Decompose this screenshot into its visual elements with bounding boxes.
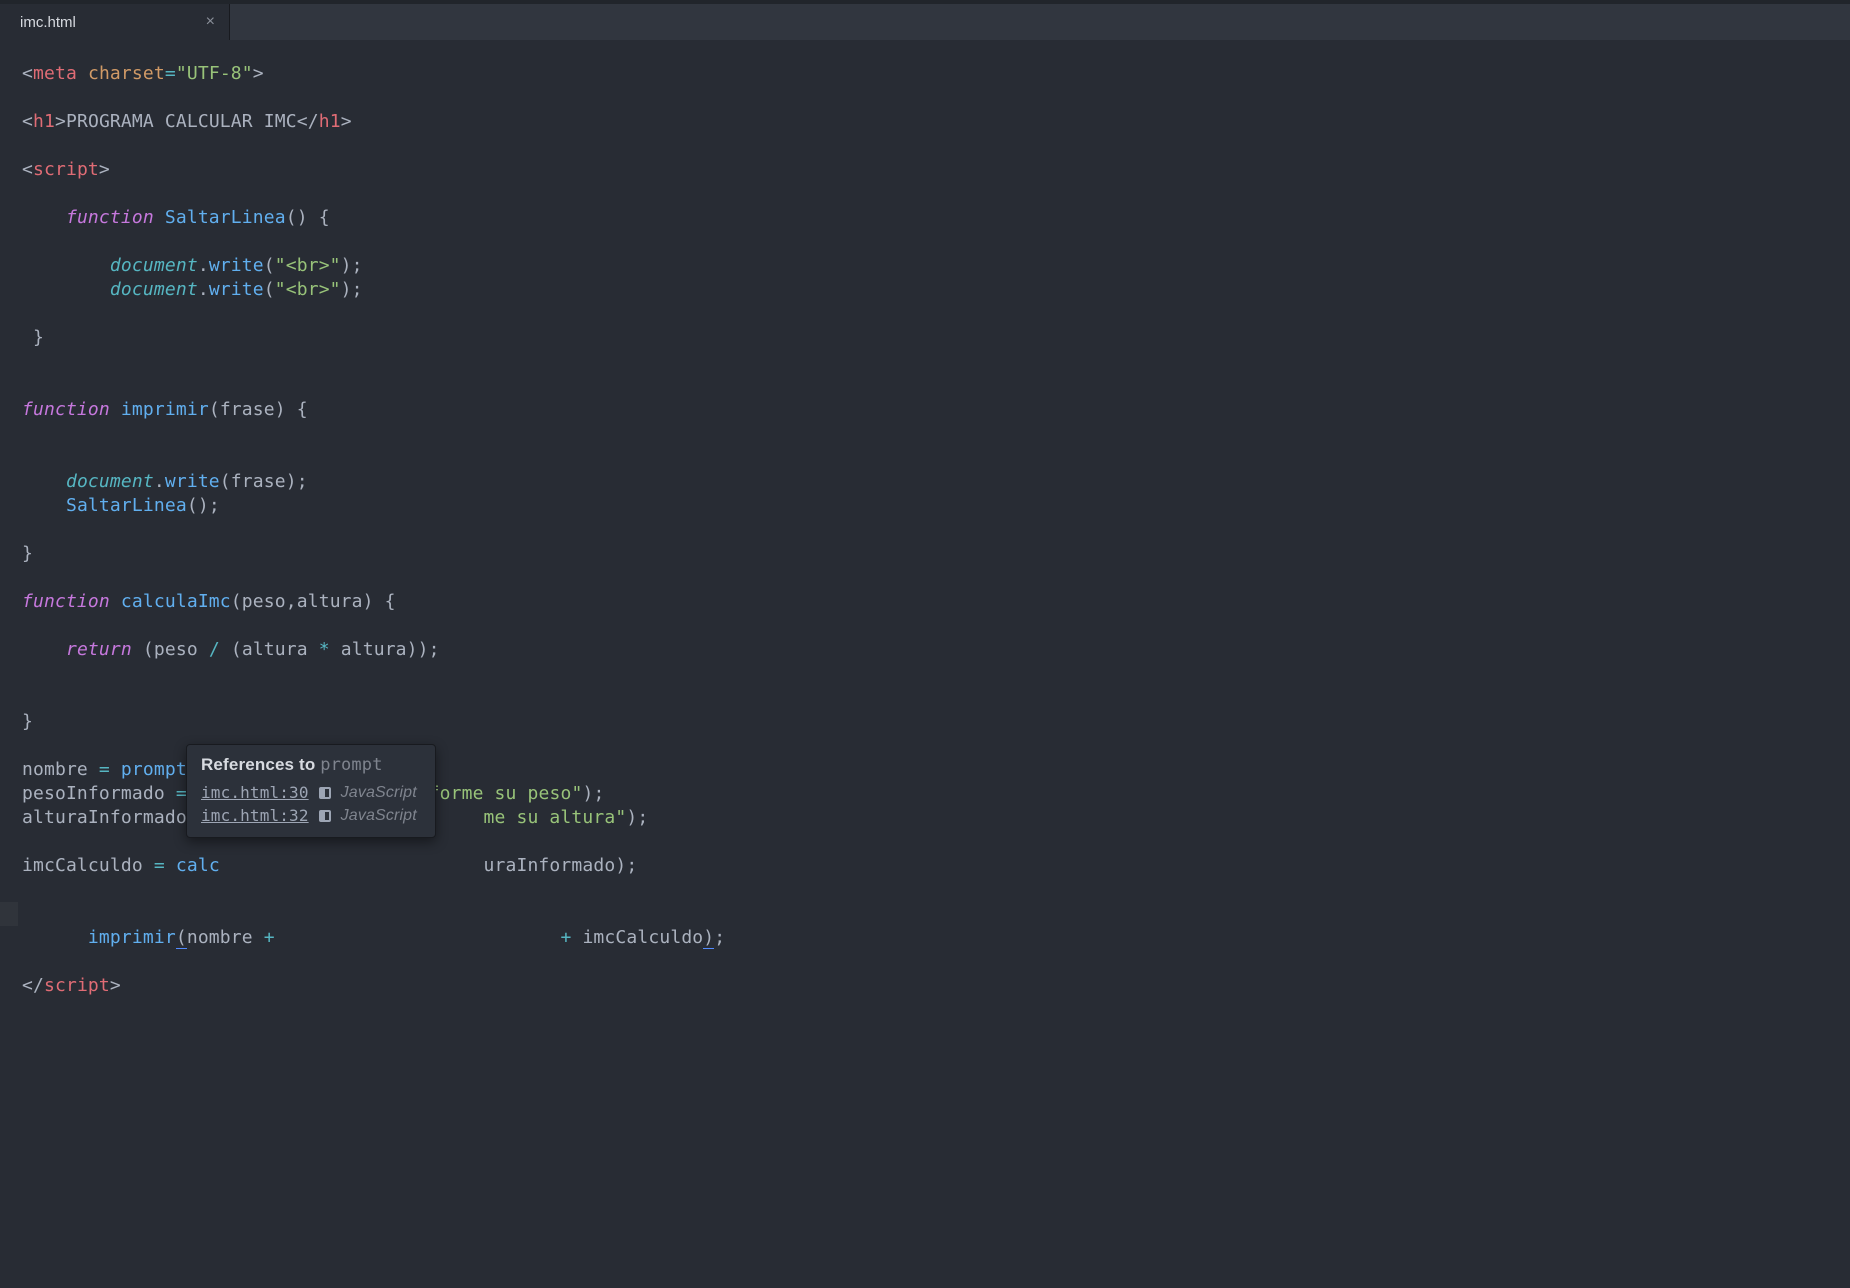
- code-line[interactable]: imcCalculdo = calculaImc(pesoInformado,a…: [22, 854, 1850, 878]
- code-line[interactable]: <h1>PROGRAMA CALCULAR IMC</h1>: [22, 110, 1850, 134]
- tooltip-row[interactable]: imc.html:30 JavaScript: [201, 781, 417, 804]
- code-line[interactable]: <meta charset="UTF-8">: [22, 62, 1850, 86]
- code-line[interactable]: document.write("<br>");: [22, 254, 1850, 278]
- code-line[interactable]: imprimir(nombre + ", su imc calculado es…: [22, 902, 1850, 926]
- tab-imc-html[interactable]: imc.html ×: [0, 4, 230, 40]
- code-line[interactable]: }: [22, 710, 1850, 734]
- file-badge-icon: [319, 787, 331, 799]
- code-line[interactable]: }: [22, 542, 1850, 566]
- code-editor[interactable]: <meta charset="UTF-8"> <h1>PROGRAMA CALC…: [0, 40, 1850, 998]
- tooltip-title: References to prompt: [201, 755, 417, 775]
- reference-link[interactable]: imc.html:32: [201, 806, 309, 825]
- gutter-highlight: [0, 902, 18, 926]
- code-line[interactable]: document.write("<br>");: [22, 278, 1850, 302]
- tooltip-row[interactable]: imc.html:32 JavaScript: [201, 804, 417, 827]
- code-line[interactable]: function SaltarLinea() {: [22, 206, 1850, 230]
- code-line[interactable]: SaltarLinea();: [22, 494, 1850, 518]
- editor-window: imc.html × <meta charset="UTF-8"> <h1>PR…: [0, 0, 1850, 1288]
- tab-bar: imc.html ×: [0, 4, 1850, 40]
- reference-lang: JavaScript: [341, 807, 417, 825]
- references-tooltip: References to prompt imc.html:30 JavaScr…: [186, 744, 436, 838]
- code-line[interactable]: </script>: [22, 974, 1850, 998]
- code-line[interactable]: <script>: [22, 158, 1850, 182]
- reference-lang: JavaScript: [341, 784, 417, 802]
- code-line[interactable]: function imprimir(frase) {: [22, 398, 1850, 422]
- code-line[interactable]: }: [22, 326, 1850, 350]
- reference-link[interactable]: imc.html:30: [201, 783, 309, 802]
- file-badge-icon: [319, 810, 331, 822]
- code-line[interactable]: function calculaImc(peso,altura) {: [22, 590, 1850, 614]
- tab-title: imc.html: [20, 14, 76, 31]
- code-line[interactable]: document.write(frase);: [22, 470, 1850, 494]
- close-icon[interactable]: ×: [206, 13, 215, 31]
- code-line[interactable]: return (peso / (altura * altura));: [22, 638, 1850, 662]
